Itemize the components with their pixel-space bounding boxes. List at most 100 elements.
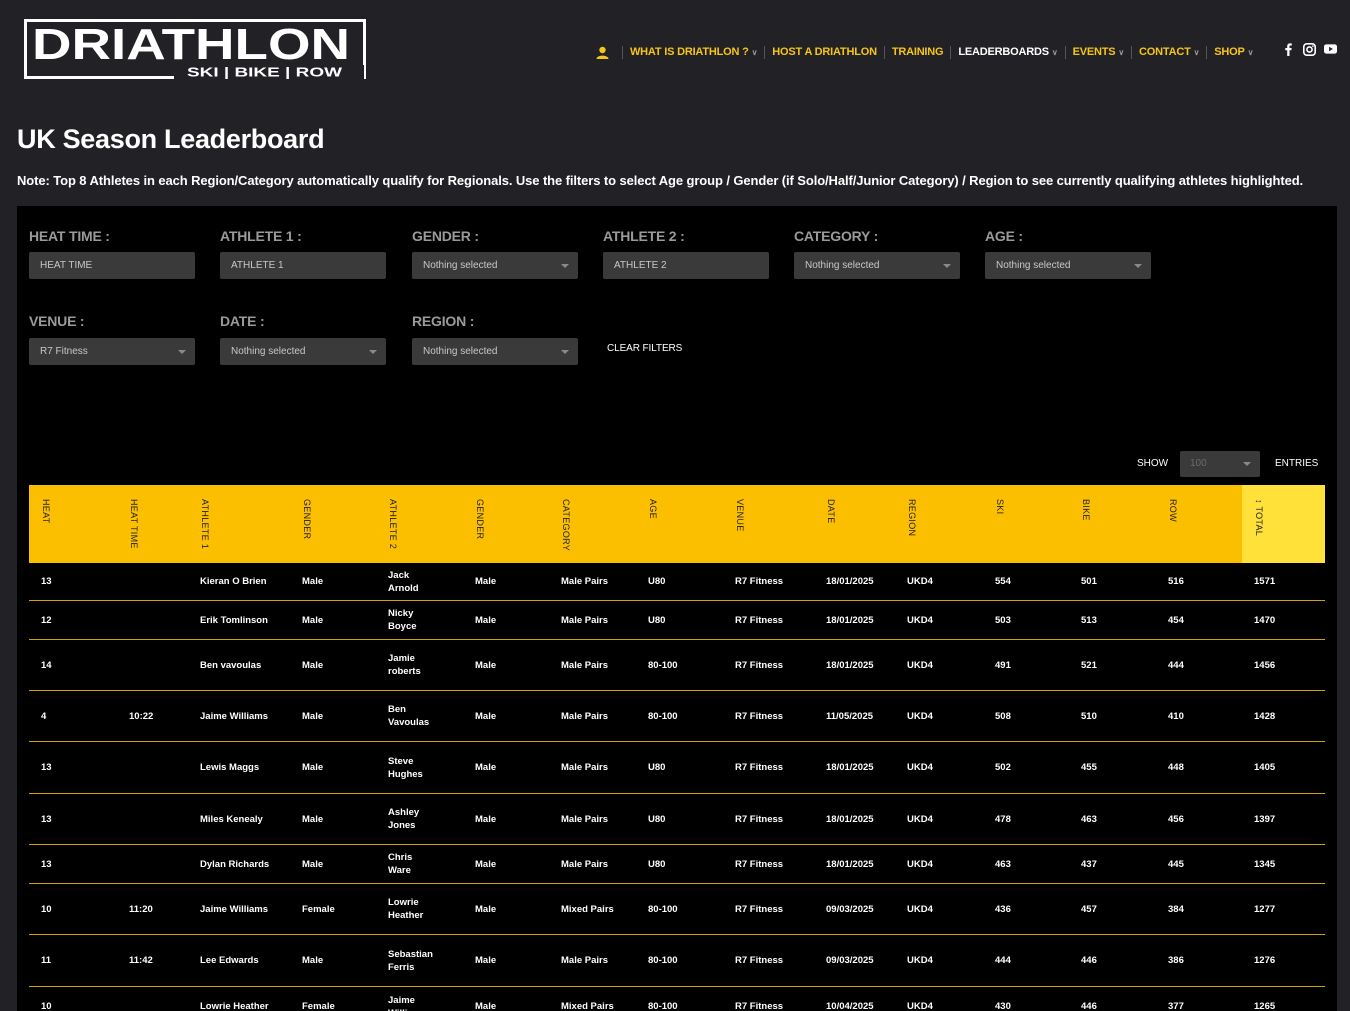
- table-cell-region: UKD4: [907, 813, 933, 825]
- table-row: 13 Miles Kenealy Male Ashley Jones Male Male …: [29, 794, 1325, 845]
- gender-select[interactable]: Nothing selected: [412, 252, 578, 279]
- table-cell-gender: Male: [302, 710, 324, 722]
- column-header-category[interactable]: CATEGORY: [549, 485, 636, 563]
- table-cell-ski: 491: [995, 659, 1011, 671]
- table-cell-row: 384: [1168, 903, 1184, 915]
- athlete1-input[interactable]: ATHLETE 1: [220, 252, 386, 279]
- table-cell-heat-time: 10:22: [129, 710, 154, 722]
- table-cell-bike: 446: [1081, 1001, 1097, 1011]
- table-cell-date: 18/01/2025: [826, 762, 874, 773]
- nav-what-is-driathlon[interactable]: WHAT IS DRIATHLON ? ∨: [622, 45, 764, 59]
- table-cell-athlete-2: Sebastian Ferris: [388, 948, 433, 973]
- column-header-age[interactable]: AGE: [636, 485, 723, 563]
- chevron-down-icon: ∨: [1247, 47, 1254, 57]
- venue-select[interactable]: R7 Fitness: [29, 338, 195, 365]
- table-cell-gender: Male: [475, 858, 497, 870]
- table-row: 13 Kieran O Brien Male Jack Arnold Male Male …: [29, 563, 1325, 601]
- date-select[interactable]: Nothing selected: [220, 338, 386, 365]
- table-cell-heat: 13: [41, 813, 52, 825]
- table-cell-bike: 513: [1081, 614, 1097, 626]
- table-cell-row: 386: [1168, 955, 1184, 966]
- table-cell-date: 11/05/2025: [826, 710, 874, 722]
- column-header-label: VENUE: [735, 499, 745, 532]
- column-header-gender[interactable]: GENDER: [290, 485, 376, 563]
- table-cell-region: UKD4: [907, 1001, 933, 1011]
- table-cell-age: 80-100: [648, 1001, 678, 1011]
- heat-time-input[interactable]: HEAT TIME: [29, 252, 195, 279]
- table-cell-row: 454: [1168, 614, 1184, 626]
- column-header-venue[interactable]: VENUE: [723, 485, 814, 563]
- table-cell-venue: R7 Fitness: [735, 576, 784, 587]
- nav-contact[interactable]: CONTACT ∨: [1131, 45, 1206, 59]
- nav-training[interactable]: TRAINING: [883, 45, 951, 59]
- nav-shop[interactable]: SHOP ∨: [1206, 45, 1260, 59]
- column-header-heat[interactable]: HEAT: [29, 485, 117, 563]
- table-row: 11 11:42 Lee Edwards Male Sebastian Ferris Ma…: [29, 935, 1325, 987]
- user-icon[interactable]: [594, 44, 610, 60]
- nav-leaderboards[interactable]: LEADERBOARDS ∨: [950, 45, 1064, 59]
- nav-label: CONTACT: [1139, 45, 1191, 58]
- table-cell-athlete-1: Lewis Maggs: [200, 762, 260, 773]
- instagram-icon[interactable]: [1303, 42, 1316, 56]
- column-header-label: AGE: [648, 499, 658, 519]
- youtube-icon[interactable]: [1324, 42, 1337, 56]
- table-cell-region: UKD4: [907, 710, 933, 722]
- column-header-label: ATHLETE 2: [388, 499, 398, 550]
- column-header-region[interactable]: REGION: [895, 485, 983, 563]
- table-cell-ski: 554: [995, 576, 1011, 587]
- age-select[interactable]: Nothing selected: [985, 252, 1151, 279]
- table-cell-venue: R7 Fitness: [735, 813, 784, 825]
- region-select[interactable]: Nothing selected: [412, 338, 578, 365]
- table-cell-athlete-1: Jaime Williams: [200, 903, 269, 915]
- table-cell-venue: R7 Fitness: [735, 762, 784, 773]
- table-body: 13 Kieran O Brien Male Jack Arnold Male Male …: [29, 563, 1325, 1011]
- column-header-gender[interactable]: GENDER: [463, 485, 549, 563]
- table-cell-date: 10/04/2025: [826, 1001, 874, 1011]
- column-header-bike[interactable]: BIKE: [1069, 485, 1156, 563]
- column-header-ski[interactable]: SKI: [983, 485, 1069, 563]
- column-header-label: CATEGORY: [561, 499, 571, 552]
- table-cell-category: Male Pairs: [561, 659, 608, 671]
- column-header-athlete-2[interactable]: ATHLETE 2: [376, 485, 463, 563]
- table-cell-total: 1571: [1254, 576, 1276, 587]
- column-header-heat-time[interactable]: HEAT TIME: [117, 485, 188, 563]
- table-cell-age: U80: [648, 762, 666, 773]
- leaderboard-panel: HEAT TIME : HEAT TIME ATHLETE 1 : ATHLET…: [17, 206, 1337, 1011]
- table-cell-athlete-2: Jamie roberts: [388, 653, 421, 677]
- show-label: SHOW: [1137, 458, 1169, 469]
- column-header-date[interactable]: DATE: [814, 485, 895, 563]
- nav-host-a-driathlon[interactable]: HOST A DRIATHLON: [764, 45, 884, 59]
- table-cell-athlete-1: Ben vavoulas: [200, 659, 262, 671]
- facebook-icon[interactable]: [1282, 42, 1295, 56]
- leaderboard-table: HEAT HEAT TIME ATHLETE 1 GENDER ATHLETE 2 GEN…: [29, 485, 1325, 1011]
- table-cell-athlete-2: Jack Arnold: [388, 569, 419, 594]
- athlete1-label: ATHLETE 1 :: [220, 228, 302, 244]
- table-cell-venue: R7 Fitness: [735, 903, 784, 915]
- page-size-select[interactable]: 100: [1180, 451, 1260, 477]
- column-header-label: REGION: [907, 499, 917, 537]
- table-row: 12 Erik Tomlinson Male Nicky Boyce Male Male …: [29, 601, 1325, 640]
- category-select[interactable]: Nothing selected: [794, 252, 960, 279]
- column-header-label: ATHLETE 1: [200, 499, 210, 550]
- table-cell-row: 448: [1168, 762, 1184, 773]
- driathlon-logo[interactable]: DRIATHLON SKI | BIKE | ROW: [24, 19, 366, 79]
- athlete2-input[interactable]: ATHLETE 2: [603, 252, 769, 279]
- column-header-athlete-1[interactable]: ATHLETE 1: [188, 485, 290, 563]
- table-cell-category: Male Pairs: [561, 614, 608, 626]
- table-cell-athlete-1: Kieran O Brien: [200, 576, 267, 587]
- column-header-total[interactable]: ↕ TOTAL: [1242, 485, 1325, 563]
- nav-events[interactable]: EVENTS ∨: [1064, 45, 1131, 59]
- table-cell-athlete-2: Ashley Jones: [388, 807, 420, 831]
- chevron-down-icon: ∨: [751, 47, 758, 57]
- nav-label: HOST A DRIATHLON: [772, 45, 877, 58]
- table-cell-gender: Male: [302, 955, 324, 966]
- table-cell-heat: 11: [41, 955, 52, 966]
- table-cell-total: 1405: [1254, 762, 1276, 773]
- nav-label: SHOP: [1214, 45, 1245, 58]
- table-cell-region: UKD4: [907, 955, 933, 966]
- nav-label: LEADERBOARDS: [958, 45, 1049, 58]
- table-cell-row: 410: [1168, 710, 1184, 722]
- clear-filters-button[interactable]: CLEAR FILTERS: [607, 343, 682, 354]
- column-header-row[interactable]: ROW: [1156, 485, 1242, 563]
- table-cell-gender: Male: [302, 813, 324, 825]
